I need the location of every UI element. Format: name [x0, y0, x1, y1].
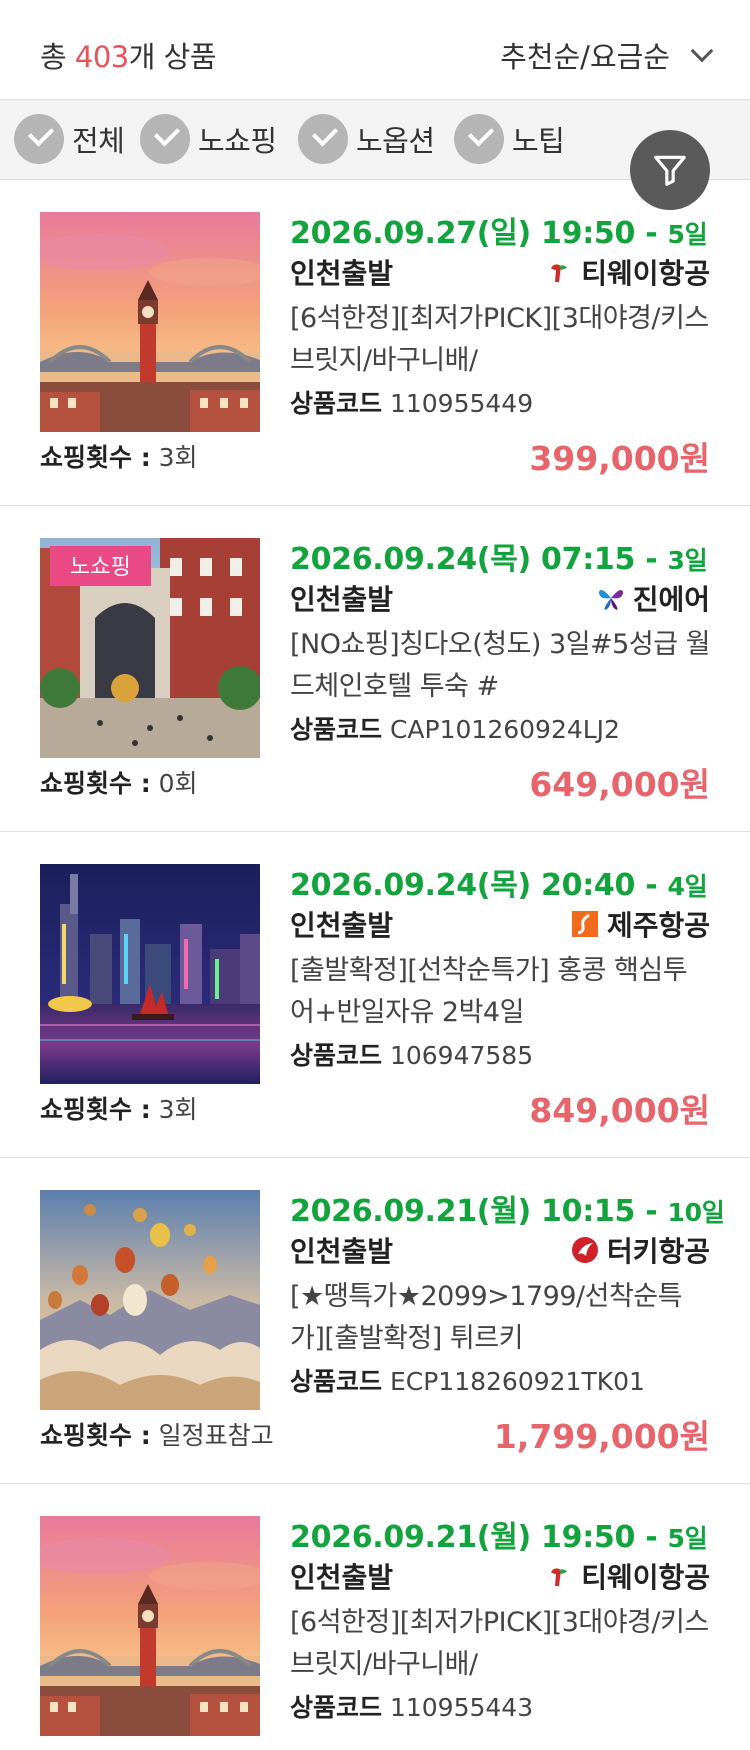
product-title[interactable]: [NO쇼핑]칭다오(청도) 3일#5성급 월드체인호텔 투숙 # — [290, 624, 710, 708]
product-price: 399,000원 — [529, 439, 710, 478]
airline-name: 진에어 — [632, 583, 710, 616]
airline-name: 제주항공 — [606, 909, 710, 942]
shopping-count: 쇼핑횟수 : 3회 — [40, 438, 198, 474]
product-code: 상품코드 110955449 — [290, 384, 533, 420]
product-code-label: 상품코드 — [290, 389, 383, 418]
product-title[interactable]: [6석한정][최저가PICK][3대야경/키스브릿지/바구니배/ — [290, 1602, 710, 1686]
airline: 티웨이항공 — [545, 252, 710, 292]
product-code-value: ECP118260921TK01 — [389, 1367, 645, 1396]
product-title[interactable]: [6석한정][최저가PICK][3대야경/키스브릿지/바구니배/ — [290, 298, 710, 382]
total-prefix: 총 — [40, 40, 75, 74]
filter-chip-label: 노쇼핑 — [198, 124, 277, 158]
check-icon — [298, 114, 348, 164]
chevron-down-icon — [690, 39, 714, 63]
product-code-value: 106947585 — [389, 1041, 534, 1070]
product-code-label: 상품코드 — [290, 1041, 383, 1070]
check-icon — [14, 114, 64, 164]
departure-date: 2026.09.24(목) 20:40 - 4일 — [290, 868, 708, 903]
filter-chip-label: 노팁 — [512, 124, 565, 158]
shopping-count: 쇼핑횟수 : 3회 — [40, 1090, 198, 1126]
shopping-count-label: 쇼핑횟수 : — [40, 443, 151, 472]
sort-dropdown[interactable]: 추천순/요금순 — [500, 34, 714, 76]
departure-city: 인천출발 — [290, 257, 394, 290]
top-bar: 총 403개 상품 추천순/요금순 — [0, 0, 750, 100]
filter-chip-label: 노옵션 — [356, 124, 435, 158]
tway-logo-icon — [551, 264, 568, 282]
product-price: 649,000원 — [529, 765, 710, 804]
product-card[interactable]: 2026.09.24(목) 20:40 - 4일 인천출발 제주항공 [출발확정… — [0, 832, 750, 1158]
departure-date: 2026.09.21(월) 10:15 - 10일 — [290, 1194, 725, 1229]
filter-chip-no-option[interactable]: 노옵션 — [298, 113, 435, 165]
product-code-label: 상품코드 — [290, 1693, 383, 1722]
total-count: 403 — [74, 40, 129, 74]
jejuair-logo-icon — [571, 911, 598, 937]
product-card[interactable]: 노쇼핑 2026.09.24(목) 07:15 - 3일 인천출발 진에어 [N… — [0, 506, 750, 832]
shopping-count: 쇼핑횟수 : 일정표참고 — [40, 1416, 274, 1452]
airline-name: 티웨이항공 — [581, 1561, 710, 1594]
filter-chip-label: 전체 — [72, 124, 125, 158]
departure-date: 2026.09.27(일) 19:50 - 5일 — [290, 216, 708, 251]
turkish-airlines-logo-icon — [571, 1237, 598, 1263]
departure-city: 인천출발 — [290, 1561, 394, 1594]
departure-date: 2026.09.21(월) 19:50 - 5일 — [290, 1520, 708, 1555]
airline: 티웨이항공 — [545, 1556, 710, 1596]
airline: 제주항공 — [571, 904, 710, 944]
shopping-count: 쇼핑횟수 : 0회 — [40, 764, 198, 800]
shopping-count-label: 쇼핑횟수 : — [40, 1095, 151, 1124]
filter-icon — [654, 155, 686, 186]
check-icon — [140, 114, 190, 164]
product-thumbnail[interactable] — [40, 1190, 260, 1410]
product-thumbnail[interactable] — [40, 212, 260, 432]
shopping-count-label: 쇼핑횟수 : — [40, 769, 151, 798]
trip-duration: 3일 — [667, 546, 708, 575]
tway-logo-icon — [551, 1568, 568, 1586]
shopping-count-value: 일정표참고 — [158, 1421, 274, 1450]
product-code: 상품코드 110955443 — [290, 1688, 533, 1724]
sort-label: 추천순/요금순 — [500, 40, 670, 74]
shopping-count-value: 3회 — [158, 443, 198, 472]
product-title[interactable]: [★땡특가★2099>1799/선착순특가][출발확정] 튀르키 — [290, 1276, 710, 1360]
shopping-count-value: 0회 — [158, 769, 198, 798]
trip-duration: 4일 — [667, 872, 708, 901]
product-thumbnail[interactable] — [40, 864, 260, 1084]
product-thumbnail[interactable] — [40, 1516, 260, 1736]
filter-button[interactable] — [630, 130, 710, 210]
filter-chip-no-tip[interactable]: 노팁 — [454, 113, 565, 165]
trip-duration: 5일 — [667, 1524, 708, 1553]
check-icon — [454, 114, 504, 164]
product-code-value: 110955449 — [389, 389, 534, 418]
product-title[interactable]: [출발확정][선착순특가] 홍콩 핵심투어+반일자유 2박4일 — [290, 950, 710, 1034]
departure-date: 2026.09.24(목) 07:15 - 3일 — [290, 542, 708, 577]
departure-city: 인천출발 — [290, 1235, 394, 1268]
product-total: 총 403개 상품 — [40, 34, 217, 76]
product-code-label: 상품코드 — [290, 1367, 383, 1396]
airline-name: 티웨이항공 — [581, 257, 710, 290]
product-code: 상품코드 CAP101260924LJ2 — [290, 710, 620, 746]
no-shopping-tag: 노쇼핑 — [50, 546, 151, 586]
product-code-label: 상품코드 — [290, 715, 383, 744]
product-price: 849,000원 — [529, 1091, 710, 1130]
departure-city: 인천출발 — [290, 909, 394, 942]
product-code-value: 110955443 — [389, 1693, 534, 1722]
product-code-value: CAP101260924LJ2 — [389, 715, 620, 744]
product-card[interactable]: 2026.09.21(월) 19:50 - 5일 인천출발 티웨이항공 [6석한… — [0, 1484, 750, 1750]
shopping-count-label: 쇼핑횟수 : — [40, 1421, 151, 1450]
product-card[interactable]: 2026.09.27(일) 19:50 - 5일 인천출발 티웨이항공 [6석한… — [0, 180, 750, 506]
jinair-logo-icon — [598, 590, 623, 610]
shopping-count-value: 3회 — [158, 1095, 198, 1124]
product-code: 상품코드 ECP118260921TK01 — [290, 1362, 645, 1398]
trip-duration: 10일 — [667, 1198, 725, 1227]
product-card[interactable]: 2026.09.21(월) 10:15 - 10일 인천출발 터키항공 [★땡특… — [0, 1158, 750, 1484]
product-code: 상품코드 106947585 — [290, 1036, 533, 1072]
airline-name: 터키항공 — [606, 1235, 710, 1268]
total-suffix: 개 상품 — [128, 40, 217, 74]
airline: 진에어 — [597, 578, 710, 618]
filter-chip-all[interactable]: 전체 — [14, 113, 125, 165]
product-thumbnail[interactable]: 노쇼핑 — [40, 538, 260, 758]
filter-chip-no-shopping[interactable]: 노쇼핑 — [140, 113, 277, 165]
departure-city: 인천출발 — [290, 583, 394, 616]
airline: 터키항공 — [571, 1230, 710, 1270]
product-price: 1,799,000원 — [493, 1417, 710, 1456]
trip-duration: 5일 — [667, 220, 708, 249]
